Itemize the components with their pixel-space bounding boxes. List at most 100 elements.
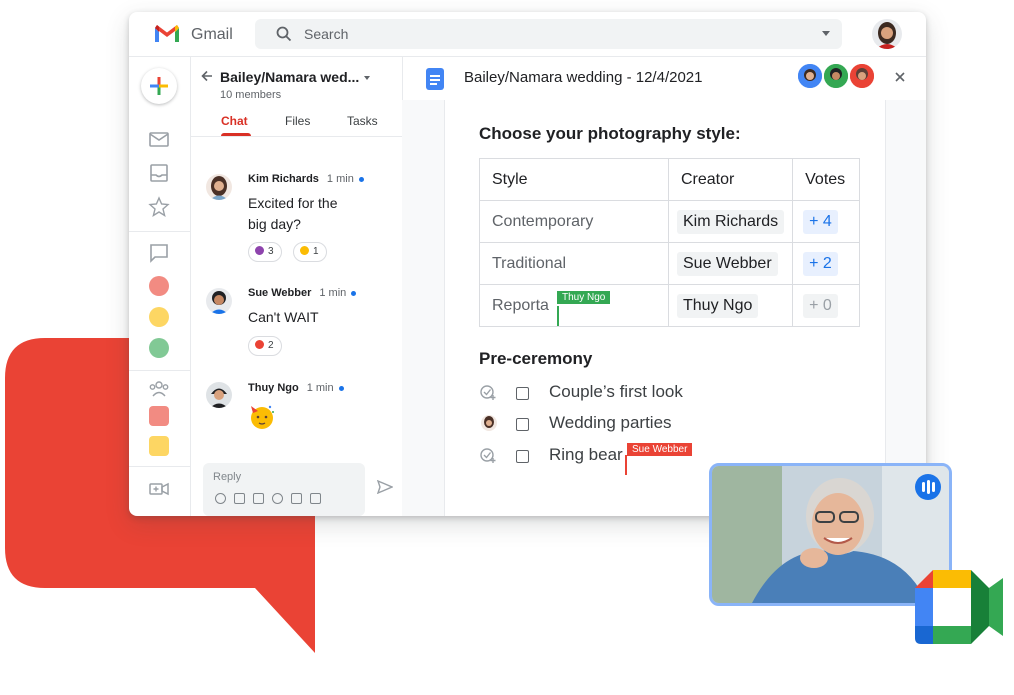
message-text: Excited for the big day? [248, 195, 338, 232]
add-task-icon[interactable] [479, 446, 497, 464]
cursor-label: Thuy Ngo [557, 291, 611, 304]
message-text: Can't WAIT [248, 309, 319, 325]
partying-face-icon [251, 405, 274, 429]
upload-icon[interactable] [234, 493, 245, 504]
top-bar: Gmail Search [129, 12, 926, 57]
table-header: Creator [667, 158, 794, 201]
task-checkbox[interactable] [516, 450, 529, 463]
drive-icon[interactable] [272, 493, 283, 504]
gmail-window: Gmail Search Bailey/Namara wed... 10 mem… [129, 12, 926, 516]
account-avatar[interactable] [872, 19, 902, 49]
reaction-chip[interactable]: 1 [293, 242, 327, 262]
search-bar[interactable]: Search [255, 19, 842, 49]
google-meet-logo-icon [915, 570, 1003, 644]
app-name: Gmail [191, 26, 233, 43]
reaction-chip[interactable]: 2 [248, 336, 282, 356]
meet-video-icon[interactable] [148, 478, 170, 500]
reply-toolbar [215, 493, 321, 504]
avatar [206, 382, 232, 408]
task-item[interactable]: Couple’s first look [549, 382, 683, 402]
cursor-label: Sue Webber [627, 443, 693, 456]
send-icon[interactable] [377, 480, 393, 494]
collaborator-cursor [557, 306, 559, 326]
chat-icon[interactable] [148, 242, 170, 264]
mail-icon[interactable] [148, 128, 170, 150]
rail-divider [129, 231, 190, 232]
compose-button[interactable] [141, 68, 177, 104]
creator-cell[interactable]: Sue Webber [667, 242, 794, 285]
task-checkbox[interactable] [516, 418, 529, 431]
search-icon [276, 26, 292, 42]
creator-cell[interactable]: Kim Richards [667, 200, 794, 243]
table-header: Votes [792, 158, 861, 201]
vote-button[interactable]: + 2 [792, 242, 861, 285]
tab-files[interactable]: Files [285, 114, 310, 128]
photography-table: Style Creator Votes Contemporary Kim Ric… [479, 158, 861, 327]
room-title[interactable]: Bailey/Namara wed... [220, 69, 359, 85]
collaborator-avatar[interactable] [822, 62, 850, 90]
avatar [206, 174, 232, 200]
room-square[interactable] [149, 406, 169, 426]
room-member-count: 10 members [220, 89, 282, 101]
collaborator-cursor [625, 455, 627, 475]
room-menu-icon[interactable] [364, 76, 370, 80]
room-square[interactable] [149, 436, 169, 456]
task-checkbox[interactable] [516, 387, 529, 400]
video-meeting-icon[interactable] [291, 493, 302, 504]
tab-tasks[interactable]: Tasks [347, 114, 378, 128]
table-row: Contemporary Kim Richards + 4 [479, 200, 861, 243]
vote-button[interactable]: + 4 [792, 200, 861, 243]
reply-box[interactable]: Reply [203, 463, 365, 516]
section-heading: Pre-ceremony [479, 349, 593, 368]
table-row: Traditional Sue Webber + 2 [479, 242, 861, 285]
rooms-icon[interactable] [148, 378, 170, 400]
doc-title[interactable]: Bailey/Namara wedding - 12/4/2021 [464, 69, 702, 86]
chat-contact-dot[interactable] [149, 276, 169, 296]
gmail-logo-icon [155, 25, 179, 42]
avatar [206, 288, 232, 314]
message-author: Sue Webber 1 min [248, 287, 357, 299]
search-options-icon[interactable] [822, 31, 830, 36]
table-header-row: Style Creator Votes [479, 158, 861, 201]
left-rail [129, 56, 191, 516]
plus-icon [150, 77, 168, 95]
collaborator-avatar[interactable] [796, 62, 824, 90]
participant-video [712, 466, 949, 603]
style-cell[interactable]: Traditional [479, 242, 669, 285]
attach-doc-icon[interactable] [253, 493, 264, 504]
rail-divider [129, 370, 190, 371]
message-author: Thuy Ngo 1 min [248, 382, 344, 394]
vote-button[interactable]: + 0 [792, 284, 861, 327]
search-input[interactable]: Search [304, 26, 348, 42]
close-icon[interactable] [893, 70, 907, 84]
reply-input[interactable]: Reply [213, 471, 241, 483]
star-icon[interactable] [148, 196, 170, 218]
emoji-icon[interactable] [215, 493, 226, 504]
tab-chat[interactable]: Chat [221, 114, 248, 128]
task-assignee-avatar[interactable] [481, 415, 497, 431]
table-header: Style [479, 158, 669, 201]
reaction-chip[interactable]: 3 [248, 242, 282, 262]
calendar-icon[interactable] [310, 493, 321, 504]
message-author: Kim Richards 1 min [248, 173, 364, 185]
style-cell[interactable]: Contemporary [479, 200, 669, 243]
task-item[interactable]: Wedding parties [549, 413, 672, 433]
creator-cell[interactable]: Thuy Ngo [667, 284, 794, 327]
doc-header: Bailey/Namara wedding - 12/4/2021 [402, 56, 926, 101]
back-arrow-icon[interactable] [200, 69, 214, 83]
rail-divider [129, 466, 190, 467]
inbox-icon[interactable] [148, 162, 170, 184]
tab-divider [190, 136, 402, 137]
collaborator-avatar[interactable] [848, 62, 876, 90]
speaking-indicator-icon [915, 474, 941, 500]
chat-contact-dot[interactable] [149, 338, 169, 358]
chat-panel: Bailey/Namara wed... 10 members Chat Fil… [190, 56, 403, 516]
doc-page[interactable]: Choose your photography style: Style Cre… [444, 100, 886, 516]
doc-heading: Choose your photography style: [479, 124, 741, 143]
task-item[interactable]: Ring bear [549, 445, 623, 465]
docs-icon [426, 68, 444, 90]
chat-contact-dot[interactable] [149, 307, 169, 327]
table-row: Reporta Thuy Ngo + 0 [479, 284, 861, 327]
doc-canvas: Choose your photography style: Style Cre… [402, 100, 926, 516]
add-task-icon[interactable] [479, 383, 497, 401]
